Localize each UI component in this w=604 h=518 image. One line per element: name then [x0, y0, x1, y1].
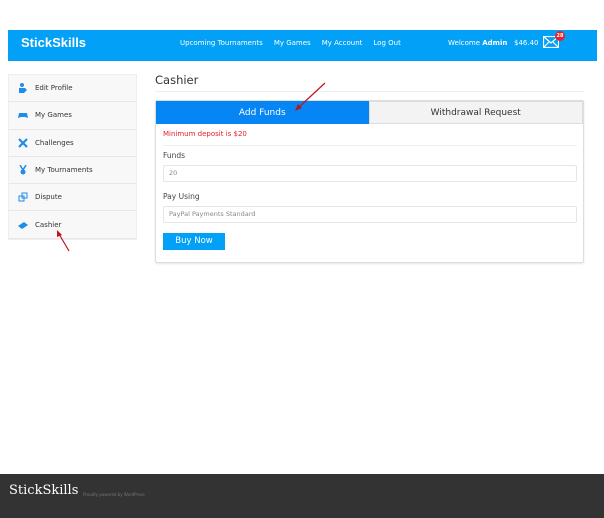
sidebar-item-my-tournaments[interactable]: My Tournaments: [9, 157, 136, 185]
sidebar-item-label: Dispute: [35, 193, 62, 202]
cashier-panel: Add Funds Withdrawal Request Minimum dep…: [155, 100, 584, 263]
tab-withdrawal-request[interactable]: Withdrawal Request: [368, 101, 583, 124]
nav-my-games[interactable]: My Games: [274, 39, 311, 47]
main-nav: Upcoming Tournaments My Games My Account…: [180, 39, 401, 47]
sidebar-item-label: Cashier: [35, 220, 62, 229]
username: Admin: [482, 39, 508, 47]
dispute-icon: [18, 192, 28, 202]
nav-upcoming-tournaments[interactable]: Upcoming Tournaments: [180, 39, 263, 47]
footer-logo[interactable]: StickSkills: [9, 483, 78, 498]
welcome-text: Welcome Admin: [448, 39, 507, 47]
user-edit-icon: [19, 83, 27, 94]
sidebar-item-label: Challenges: [35, 138, 74, 147]
footer-tagline: Proudly powered by WordPress: [83, 492, 145, 497]
sidebar-item-label: My Tournaments: [35, 166, 93, 175]
divider: [155, 91, 584, 92]
gamepad-icon: [18, 113, 28, 119]
sidebar-item-edit-profile[interactable]: Edit Profile: [9, 75, 136, 103]
sidebar-item-challenges[interactable]: Challenges: [9, 130, 136, 157]
nav-my-account[interactable]: My Account: [322, 39, 363, 47]
medal-icon: [19, 165, 27, 175]
crossed-swords-icon: [18, 137, 28, 148]
pay-using-label: Pay Using: [163, 192, 200, 201]
sidebar-item-my-games[interactable]: My Games: [9, 102, 136, 130]
sidebar-item-cashier[interactable]: Cashier: [9, 211, 136, 239]
site-footer: StickSkills Proudly powered by WordPress: [0, 474, 604, 518]
sidebar-item-label: My Games: [35, 111, 72, 120]
pay-using-select[interactable]: PayPal Payments Standard: [163, 206, 577, 223]
sidebar-item-label: Edit Profile: [35, 84, 73, 93]
funds-input[interactable]: 20: [163, 165, 577, 182]
site-header: StickSkills Upcoming Tournaments My Game…: [8, 30, 597, 61]
welcome-prefix: Welcome: [448, 39, 483, 47]
tab-add-funds[interactable]: Add Funds: [156, 101, 369, 124]
balance: $46.40: [514, 39, 539, 47]
tabs: Add Funds Withdrawal Request: [156, 101, 583, 124]
page-title: Cashier: [155, 73, 199, 87]
divider: [163, 145, 577, 146]
mail-badge: 28: [555, 31, 565, 41]
error-message: Minimum deposit is $20: [163, 130, 247, 138]
sidebar: Edit Profile My Games Challenges My Tour…: [8, 74, 137, 240]
funds-label: Funds: [163, 151, 186, 160]
buy-now-button[interactable]: Buy Now: [163, 233, 225, 250]
sidebar-item-dispute[interactable]: Dispute: [9, 184, 136, 212]
site-logo[interactable]: StickSkills: [21, 35, 86, 50]
money-icon: [18, 221, 28, 229]
nav-log-out[interactable]: Log Out: [373, 39, 400, 47]
